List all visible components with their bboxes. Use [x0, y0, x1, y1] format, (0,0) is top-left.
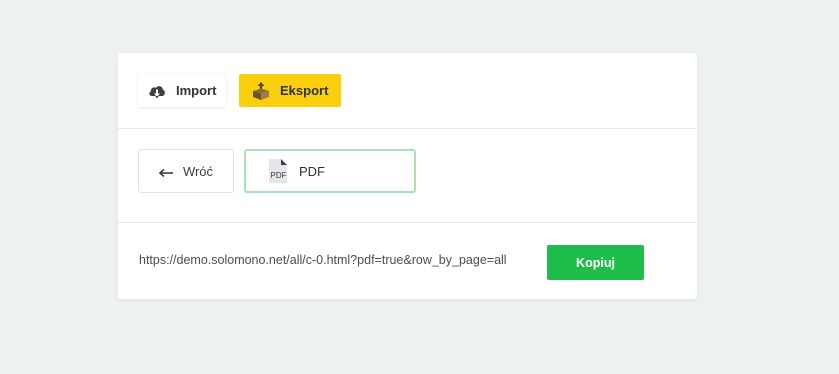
- back-button-label: Wróć: [182, 163, 214, 179]
- copy-button[interactable]: Kopiuj: [547, 245, 644, 280]
- pdf-format-option[interactable]: PDF PDF: [244, 149, 416, 193]
- arrow-left-icon: [158, 166, 175, 178]
- link-row: https://demo.solomono.net/all/c-0.html?p…: [118, 222, 697, 299]
- import-tab[interactable]: Import: [138, 74, 226, 107]
- mode-tabs: Import Eksport: [118, 53, 697, 128]
- pdf-format-label: PDF: [299, 163, 325, 179]
- export-tab-label: Eksport: [280, 83, 329, 98]
- box-export-icon: [251, 81, 271, 101]
- pdf-file-icon: PDF: [269, 159, 287, 183]
- cloud-download-icon: [147, 81, 167, 101]
- svg-text:PDF: PDF: [271, 171, 287, 180]
- import-tab-label: Import: [176, 83, 217, 98]
- export-url: https://demo.solomono.net/all/c-0.html?p…: [139, 253, 507, 267]
- format-row: Wróć PDF PDF: [118, 128, 697, 222]
- export-tab[interactable]: Eksport: [239, 74, 341, 107]
- export-panel: Import Eksport Wróć PDF PDF https://demo…: [118, 53, 697, 299]
- back-button[interactable]: Wróć: [138, 149, 234, 193]
